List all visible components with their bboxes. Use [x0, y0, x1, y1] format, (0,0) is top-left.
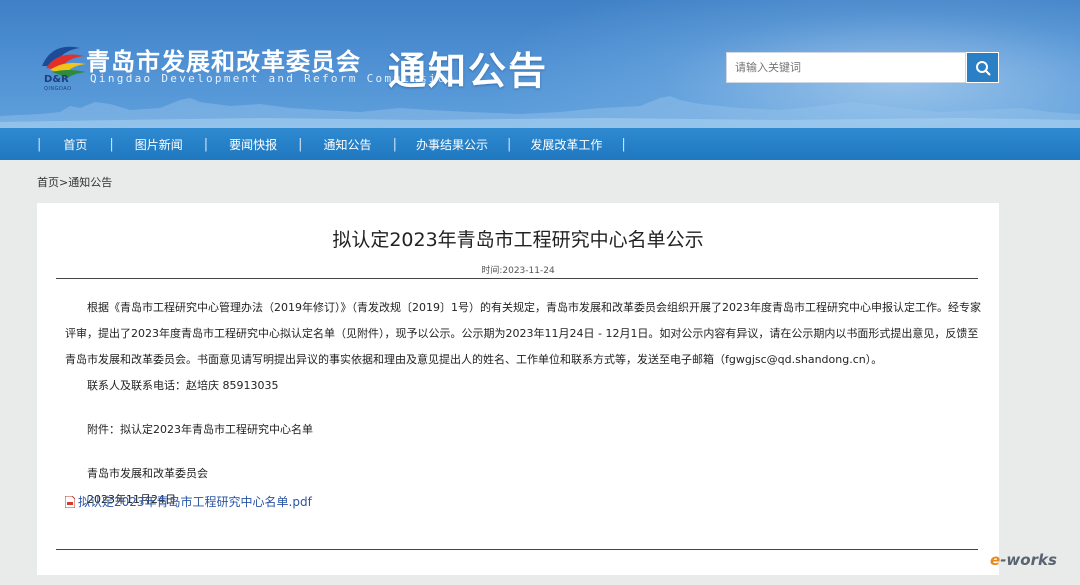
search-icon	[975, 60, 990, 75]
pdf-file-icon	[65, 495, 75, 508]
nav-item-photo-news[interactable]: 图片新闻	[114, 136, 204, 153]
article-time: 时间:2023-11-24	[481, 266, 555, 276]
breadcrumb: 首页>通知公告	[37, 174, 112, 190]
title-divider	[56, 278, 978, 279]
logo-city-label: QINGDAO	[44, 86, 72, 92]
watermark-logo: e-works	[990, 551, 1057, 569]
search-button[interactable]	[966, 52, 999, 83]
search-input[interactable]	[726, 52, 966, 83]
nav-item-news-brief[interactable]: 要闻快报	[208, 136, 298, 153]
breadcrumb-separator: >	[59, 176, 69, 189]
nav-item-reform-work[interactable]: 发展改革工作	[511, 136, 621, 153]
footer-divider	[56, 549, 978, 550]
article-paragraph: 根据《青岛市工程研究中心管理办法（2019年修订）》（青发改规〔2019〕1号）…	[65, 301, 981, 366]
logo-abbreviation: D&R	[44, 74, 69, 85]
header-banner: D&R QINGDAO 青岛市发展和改革委员会 Qingdao Developm…	[0, 0, 1080, 128]
article-title: 拟认定2023年青岛市工程研究中心名单公示	[332, 229, 704, 251]
article-card: 拟认定2023年青岛市工程研究中心名单公示 时间:2023-11-24 根据《青…	[37, 203, 999, 575]
article-body: 根据《青岛市工程研究中心管理办法（2019年修订）》（青发改规〔2019〕1号）…	[65, 295, 983, 513]
main-navigation: | 首页 | 图片新闻 | 要闻快报 | 通知公告 | 办事结果公示 | 发展改…	[0, 128, 1080, 160]
nav-item-notices[interactable]: 通知公告	[303, 136, 393, 153]
pdf-attachment-label: 拟认定2023年青岛市工程研究中心名单.pdf	[78, 495, 312, 509]
nav-item-home[interactable]: 首页	[41, 136, 109, 153]
attachment-line: 附件：拟认定2023年青岛市工程研究中心名单	[87, 423, 313, 436]
breadcrumb-home-link[interactable]: 首页	[37, 176, 59, 189]
pdf-attachment-link[interactable]: 拟认定2023年青岛市工程研究中心名单.pdf	[65, 493, 312, 510]
nav-separator: |	[621, 136, 626, 152]
nav-item-results[interactable]: 办事结果公示	[397, 136, 507, 153]
section-title: 通知公告	[388, 49, 549, 93]
contact-line: 联系人及联系电话：赵培庆 85913035	[87, 379, 279, 392]
issuer-line: 青岛市发展和改革委员会	[87, 467, 208, 480]
breadcrumb-current-link[interactable]: 通知公告	[68, 176, 112, 189]
